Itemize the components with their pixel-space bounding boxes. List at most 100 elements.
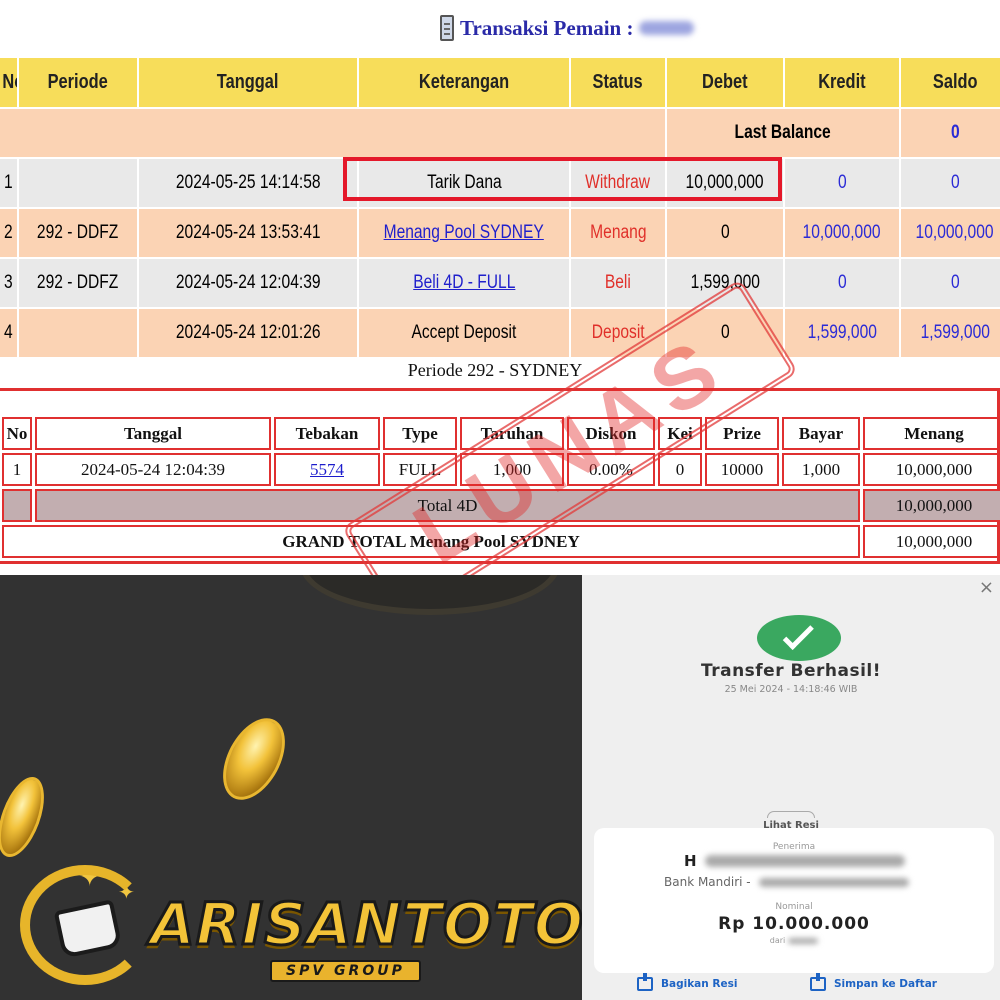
detail-col-tanggal: Tanggal (35, 417, 271, 450)
detail-cell-tanggal: 2024-05-24 12:04:39 (35, 453, 271, 486)
detail-cell-menang: 10,000,000 (863, 453, 1000, 486)
nominal-label: Nominal (775, 902, 813, 912)
col-header-saldo: Saldo (900, 58, 1000, 109)
dice-cup-icon (53, 899, 123, 959)
blurred-player-name (639, 21, 695, 35)
success-check-icon (757, 615, 841, 661)
penerima-label: Penerima (772, 842, 816, 852)
detail-cell-prize: 10000 (705, 453, 779, 486)
detail-col-tebakan: Tebakan (274, 417, 380, 450)
cell-status: Deposit (570, 308, 667, 359)
detail-col-diskon: Diskon (567, 417, 655, 450)
recipient-initial: H (684, 852, 697, 870)
col-header-keterangan: Keterangan (358, 58, 571, 109)
recipient-bank: Bank Mandiri - (664, 875, 909, 889)
detail-cell-type: FULL (383, 453, 457, 486)
share-icon (637, 973, 653, 991)
table-row: 3 292 - DDFZ 2024-05-24 12:04:39 Beli 4D… (0, 258, 1000, 309)
last-balance-value: 0 (900, 108, 1000, 159)
col-header-no: No (0, 58, 19, 109)
blurred-sender-name (788, 937, 819, 944)
cell-kredit: 1,599,000 (784, 308, 901, 359)
dari-label: dari (769, 936, 786, 945)
transaction-table: No Periode Tanggal Keterangan Status Deb… (0, 58, 1000, 359)
cell-tanggal: 2024-05-25 14:14:58 (138, 158, 359, 209)
detail-col-type: Type (383, 417, 457, 450)
cell-status: Menang (570, 208, 667, 259)
menang-pool-link[interactable]: Menang Pool SYDNEY (384, 222, 544, 244)
bookmark-add-icon (810, 973, 826, 991)
periode-title: Periode 292 - SYDNEY (407, 360, 583, 380)
total-label: Total 4D (35, 489, 860, 522)
cell-periode: 292 - DDFZ (18, 208, 139, 259)
receipt-card: Penerima H Bank Mandiri - Nominal Rp 10.… (594, 828, 994, 973)
transfer-timestamp: 25 Mei 2024 - 14:18:46 WIB (724, 684, 858, 695)
detail-cell-diskon: 0.00% (567, 453, 655, 486)
cell-no: 1 (0, 158, 19, 209)
transfer-status-title: Transfer Berhasil! (700, 661, 881, 681)
blurred-recipient-name (704, 855, 905, 867)
cell-no: 4 (0, 308, 19, 359)
cell-saldo: 1,599,000 (900, 308, 1000, 359)
detail-col-bayar: Bayar (782, 417, 860, 450)
cell-debet: 0 (666, 208, 785, 259)
detail-cell-tebakan[interactable]: 5574 (274, 453, 380, 486)
gold-coin-icon (210, 707, 298, 811)
cell-no: 2 (0, 208, 19, 259)
brand-logo-text: ARISANTOTO (148, 889, 582, 960)
last-balance-label: Last Balance (666, 108, 901, 159)
document-icon (440, 15, 454, 41)
bank-name: Bank Mandiri - (664, 875, 751, 889)
cell-kredit: 0 (784, 158, 901, 209)
table-row: 2 292 - DDFZ 2024-05-24 13:53:41 Menang … (0, 208, 1000, 259)
beli-4d-link[interactable]: Beli 4D - FULL (413, 272, 515, 294)
cell-periode: 292 - DDFZ (18, 258, 139, 309)
transfer-receipt: × Transfer Berhasil! 25 Mei 2024 - 14:18… (582, 575, 1000, 1000)
detail-col-no: No (2, 417, 32, 450)
cell-status: Beli (570, 258, 667, 309)
cell-tanggal: 2024-05-24 12:01:26 (138, 308, 359, 359)
bet-detail-panel: No Tanggal Tebakan Type Taruhan Diskon K… (0, 388, 1000, 564)
col-header-debet: Debet (666, 58, 785, 109)
cell-keterangan[interactable]: Beli 4D - FULL (358, 258, 571, 309)
share-receipt-button[interactable]: Bagikan Resi (637, 973, 737, 991)
brand-logo-subtitle: SPV GROUP (270, 960, 421, 982)
transfer-amount: Rp 10.000.000 (718, 914, 870, 934)
wheel-graphic (300, 575, 560, 615)
cell-no: 3 (0, 258, 19, 309)
cell-saldo: 10,000,000 (900, 208, 1000, 259)
cell-saldo: 0 (900, 158, 1000, 209)
detail-cell-bayar: 1,000 (782, 453, 860, 486)
cell-keterangan[interactable]: Menang Pool SYDNEY (358, 208, 571, 259)
table-row: 1 2024-05-24 12:04:39 5574 FULL 1,000 0.… (2, 453, 1000, 486)
cell-keterangan: Accept Deposit (358, 308, 571, 359)
cell-debet: 1,599,000 (666, 258, 785, 309)
tebakan-link[interactable]: 5574 (310, 460, 344, 479)
table-row: 4 2024-05-24 12:01:26 Accept Deposit Dep… (0, 308, 1000, 359)
close-icon[interactable]: × (979, 577, 994, 598)
page-title: Transaksi Pemain : (440, 8, 695, 48)
save-to-list-button[interactable]: Simpan ke Daftar (810, 973, 937, 991)
col-header-periode: Periode (18, 58, 139, 109)
recipient-name: H (684, 852, 905, 870)
logo-emblem-icon (20, 865, 150, 985)
detail-cell-no: 1 (2, 453, 32, 486)
col-header-kredit: Kredit (784, 58, 901, 109)
detail-header-row: No Tanggal Tebakan Type Taruhan Diskon K… (2, 417, 1000, 450)
detail-col-kei: Kei (658, 417, 702, 450)
col-header-status: Status (570, 58, 667, 109)
detail-cell-kei: 0 (658, 453, 702, 486)
detail-col-prize: Prize (705, 417, 779, 450)
save-to-list-label: Simpan ke Daftar (834, 978, 937, 990)
promo-banner: ✦ ✦ ARISANTOTO SPV GROUP (0, 575, 582, 1000)
cell-periode (18, 158, 139, 209)
total-value: 10,000,000 (863, 489, 1000, 522)
grand-total-label: GRAND TOTAL Menang Pool SYDNEY (2, 525, 860, 558)
page-title-text: Transaksi Pemain : (460, 15, 634, 40)
cell-periode (18, 308, 139, 359)
cell-saldo: 0 (900, 258, 1000, 309)
withdraw-highlight-box (343, 157, 782, 201)
last-balance-row: Last Balance 0 (0, 108, 1000, 159)
gold-coin-icon (0, 771, 54, 863)
cell-kredit: 10,000,000 (784, 208, 901, 259)
